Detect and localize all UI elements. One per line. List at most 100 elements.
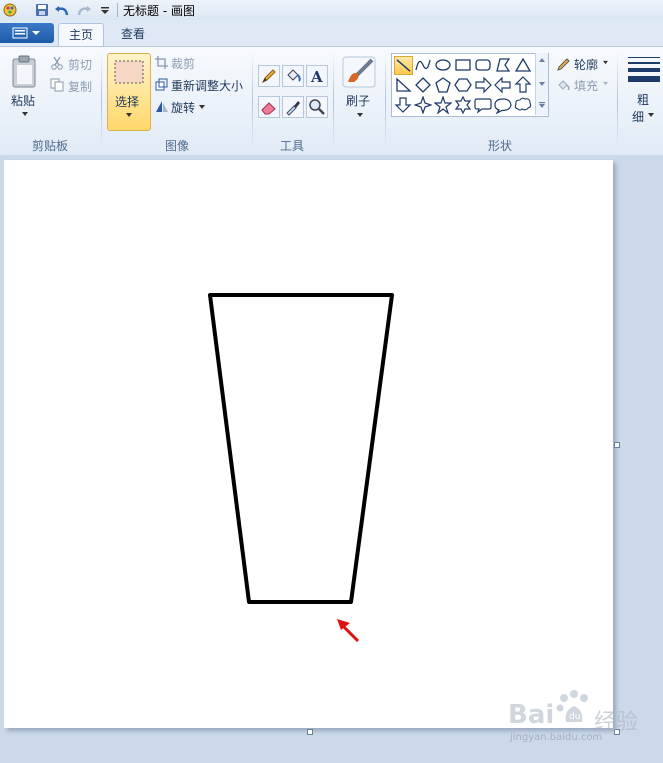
size-label-line2[interactable]: 细: [632, 108, 644, 125]
svg-text:A: A: [310, 68, 323, 86]
select-rectangle-icon: [114, 60, 144, 84]
shape-oval[interactable]: [434, 56, 452, 74]
shape-curve[interactable]: [414, 56, 432, 74]
line-width-icon[interactable]: [627, 56, 661, 84]
brush-icon[interactable]: [342, 56, 376, 88]
crop-label[interactable]: 裁剪: [171, 55, 195, 72]
shape-four-point-star[interactable]: [413, 95, 433, 115]
paint-bucket-icon: [287, 69, 301, 82]
rotate-dropdown-icon[interactable]: [198, 104, 206, 110]
shape-polygon[interactable]: [494, 56, 512, 74]
down-arrow-shape-icon: [394, 97, 412, 113]
save-icon[interactable]: [34, 2, 50, 18]
paste-label[interactable]: 粘贴: [11, 92, 35, 109]
oval-callout-shape-icon: [494, 98, 512, 115]
shape-right-triangle[interactable]: [394, 76, 412, 94]
shape-cloud-callout[interactable]: [514, 96, 532, 114]
shapes-group-label: 形状: [487, 139, 512, 153]
text-a-icon: A: [310, 68, 323, 86]
baidu-jingyan-watermark: Bai du 经验 jingyan.baidu.com: [508, 686, 658, 748]
customize-toolbar-icon[interactable]: [97, 2, 113, 18]
gallery-expand-icon[interactable]: [538, 101, 546, 109]
outline-pencil-icon[interactable]: [556, 57, 571, 72]
magnifier-tool-button[interactable]: [306, 96, 328, 118]
shape-triangle[interactable]: [514, 56, 532, 74]
paint-app-icon[interactable]: [2, 2, 18, 18]
file-menu-button[interactable]: [0, 23, 54, 43]
cut-icon[interactable]: [50, 56, 64, 70]
gallery-scroll-up-icon[interactable]: [538, 57, 546, 63]
crop-icon[interactable]: [155, 56, 168, 69]
paste-icon[interactable]: [11, 55, 39, 89]
shape-down-arrow[interactable]: [394, 96, 412, 114]
shapes-gallery: [391, 53, 549, 117]
shape-rectangle[interactable]: [454, 56, 472, 74]
pencil-tool-button[interactable]: [258, 65, 280, 87]
four-point-star-shape-icon: [413, 95, 433, 115]
tools-group-label: 工具: [279, 139, 304, 153]
shape-left-arrow[interactable]: [494, 76, 512, 94]
group-separator: [101, 53, 102, 149]
copy-label[interactable]: 复制: [68, 78, 92, 95]
shape-rounded-callout[interactable]: [474, 96, 492, 114]
tab-home[interactable]: 主页: [58, 23, 104, 47]
watermark-brand: Bai: [508, 700, 555, 730]
select-label: 选择: [115, 95, 140, 109]
red-arrow-pointer-icon: [337, 619, 360, 643]
size-dropdown-icon[interactable]: [647, 112, 655, 118]
resize-label[interactable]: 重新调整大小: [171, 77, 243, 94]
outline-dropdown-icon[interactable]: [602, 60, 609, 65]
text-tool-button[interactable]: A: [306, 65, 328, 87]
tab-view[interactable]: 查看: [112, 23, 154, 46]
paste-dropdown-icon[interactable]: [21, 111, 29, 117]
shape-five-point-star[interactable]: [433, 95, 453, 115]
shape-oval-callout[interactable]: [494, 96, 512, 115]
magnifier-icon: [309, 99, 325, 115]
oval-shape-icon: [435, 59, 451, 71]
shape-line[interactable]: [394, 56, 413, 75]
left-arrow-shape-icon: [494, 76, 511, 94]
image-group-label: 图像: [164, 139, 189, 153]
shape-right-arrow[interactable]: [474, 76, 492, 94]
shape-diamond[interactable]: [414, 76, 432, 94]
canvas-resize-handle-bottom[interactable]: [307, 729, 313, 735]
fill-dropdown-icon[interactable]: [602, 81, 609, 86]
brushes-label[interactable]: 刷子: [346, 92, 370, 109]
window-title: 无标题 - 画图: [123, 4, 195, 18]
select-dropdown-icon[interactable]: [125, 112, 133, 118]
file-menu-icon: [12, 27, 40, 39]
redo-icon[interactable]: [76, 2, 92, 18]
group-separator: [385, 53, 386, 149]
size-label-line1[interactable]: 粗: [637, 91, 649, 108]
outline-label[interactable]: 轮廓: [574, 56, 598, 73]
fill-bucket-icon[interactable]: [556, 78, 571, 93]
shape-pentagon[interactable]: [434, 76, 452, 94]
undo-icon[interactable]: [54, 2, 70, 18]
fill-label[interactable]: 填充: [574, 77, 598, 94]
fill-tool-button[interactable]: [282, 65, 304, 87]
select-button[interactable]: 选择: [107, 53, 151, 131]
gallery-scroll-down-icon[interactable]: [538, 81, 546, 87]
pentagon-shape-icon: [435, 77, 451, 93]
triangle-shape-icon: [514, 57, 532, 72]
pencil-icon: [261, 69, 276, 84]
drawing-canvas[interactable]: [4, 160, 613, 728]
eraser-tool-button[interactable]: [258, 96, 280, 118]
shape-six-point-star[interactable]: [454, 95, 472, 115]
shapes-gallery-scrollbar[interactable]: [535, 53, 548, 115]
rotate-label[interactable]: 旋转: [171, 99, 195, 116]
canvas-resize-handle-right[interactable]: [614, 442, 620, 448]
group-separator: [252, 53, 253, 149]
shape-rounded-rectangle[interactable]: [474, 56, 492, 74]
shape-up-arrow[interactable]: [514, 76, 532, 94]
color-picker-tool-button[interactable]: [282, 96, 304, 118]
copy-icon[interactable]: [50, 78, 64, 92]
cut-label[interactable]: 剪切: [68, 56, 92, 73]
brushes-dropdown-icon[interactable]: [356, 112, 364, 118]
shape-hexagon[interactable]: [454, 76, 472, 94]
rotate-icon[interactable]: [155, 100, 169, 113]
resize-icon[interactable]: [155, 78, 168, 91]
rectangle-shape-icon: [455, 59, 471, 71]
group-separator: [333, 53, 334, 149]
svg-text:du: du: [569, 712, 580, 722]
